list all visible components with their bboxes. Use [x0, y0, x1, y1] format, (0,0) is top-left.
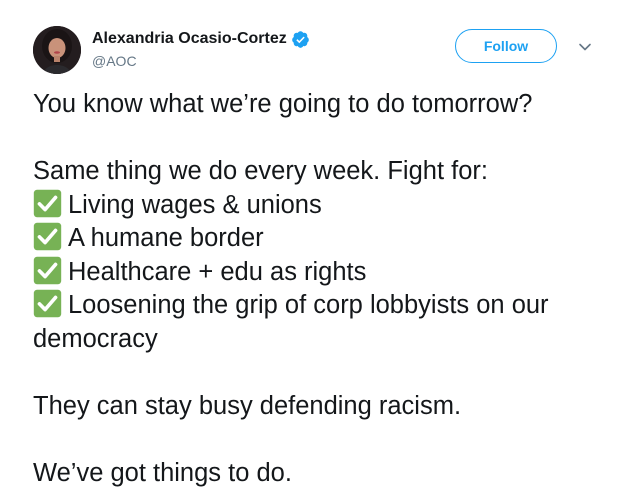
author-block: Alexandria Ocasio-Cortez @AOC: [92, 29, 310, 69]
list-item-text: Healthcare + edu as rights: [68, 258, 366, 286]
list-item: Loosening the grip of corp lobbyists on …: [33, 289, 603, 356]
verified-badge-icon: [291, 30, 310, 49]
chevron-down-icon[interactable]: [578, 40, 592, 54]
tweet-line-intro: Same thing we do every week. Fight for:: [33, 155, 603, 189]
display-name[interactable]: Alexandria Ocasio-Cortez: [92, 30, 287, 48]
profile-photo-icon: [33, 26, 81, 74]
list-item-text: A humane border: [68, 224, 264, 252]
check-mark-icon: [33, 289, 62, 318]
list-item: Healthcare + edu as rights: [33, 256, 603, 290]
list-item: A humane border: [33, 222, 603, 256]
check-mark-icon: [33, 222, 62, 251]
avatar[interactable]: [33, 26, 81, 74]
tweet-text: You know what we’re going to do tomorrow…: [33, 88, 603, 490]
list-item: Living wages & unions: [33, 189, 603, 223]
check-mark-icon: [33, 256, 62, 285]
tweet-line-racism: They can stay busy defending racism.: [33, 390, 603, 424]
handle[interactable]: @AOC: [92, 53, 310, 69]
paragraph-gap: [33, 122, 603, 156]
tweet-line-question: You know what we’re going to do tomorrow…: [33, 88, 603, 122]
list-item-text: Living wages & unions: [68, 191, 322, 219]
name-row: Alexandria Ocasio-Cortez: [92, 29, 310, 49]
check-mark-icon: [33, 189, 62, 218]
paragraph-gap: [33, 356, 603, 390]
paragraph-gap: [33, 423, 603, 457]
follow-button[interactable]: Follow: [455, 29, 557, 63]
list-item-text: Loosening the grip of corp lobbyists on …: [33, 291, 549, 353]
tweet-line-closing: We’ve got things to do.: [33, 457, 603, 490]
tweet-card: Alexandria Ocasio-Cortez @AOC Follow You…: [0, 0, 623, 488]
